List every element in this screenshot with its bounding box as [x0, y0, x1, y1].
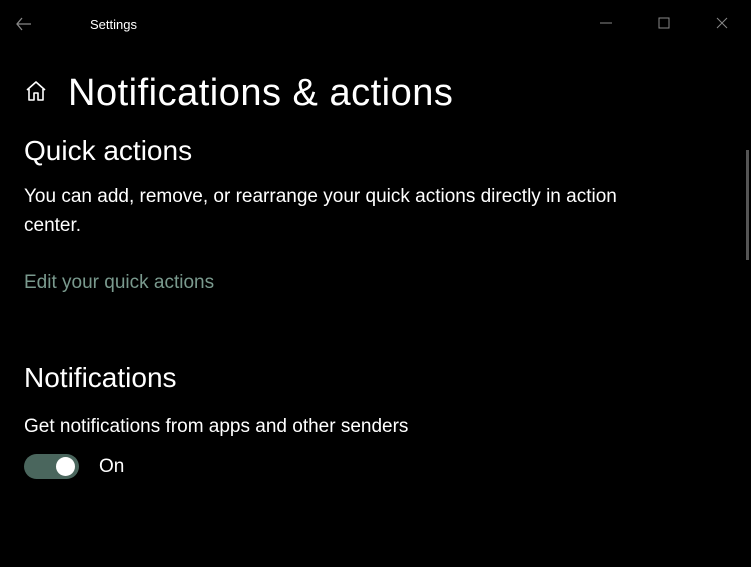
- toggle-thumb: [56, 457, 75, 476]
- close-icon: [716, 17, 728, 29]
- quick-actions-description: You can add, remove, or rearrange your q…: [24, 183, 664, 240]
- minimize-button[interactable]: [577, 0, 635, 46]
- maximize-button[interactable]: [635, 0, 693, 46]
- notifications-toggle-status: On: [99, 456, 124, 478]
- maximize-icon: [658, 17, 670, 29]
- notifications-heading: Notifications: [24, 362, 727, 394]
- close-button[interactable]: [693, 0, 751, 46]
- minimize-icon: [600, 17, 612, 29]
- window-controls: [577, 0, 751, 48]
- content-area: Quick actions You can add, remove, or re…: [0, 135, 751, 479]
- quick-actions-heading: Quick actions: [24, 135, 727, 167]
- notifications-toggle-row: On: [24, 454, 727, 479]
- notifications-toggle-label: Get notifications from apps and other se…: [24, 416, 727, 438]
- notifications-toggle[interactable]: [24, 454, 79, 479]
- page-title: Notifications & actions: [68, 72, 453, 115]
- window-title: Settings: [48, 17, 137, 32]
- back-button[interactable]: [0, 0, 48, 48]
- page-header: Notifications & actions: [0, 48, 751, 135]
- home-icon[interactable]: [24, 79, 48, 108]
- scrollbar[interactable]: [746, 150, 749, 260]
- edit-quick-actions-link[interactable]: Edit your quick actions: [24, 272, 214, 294]
- back-arrow-icon: [15, 15, 33, 33]
- title-bar: Settings: [0, 0, 751, 48]
